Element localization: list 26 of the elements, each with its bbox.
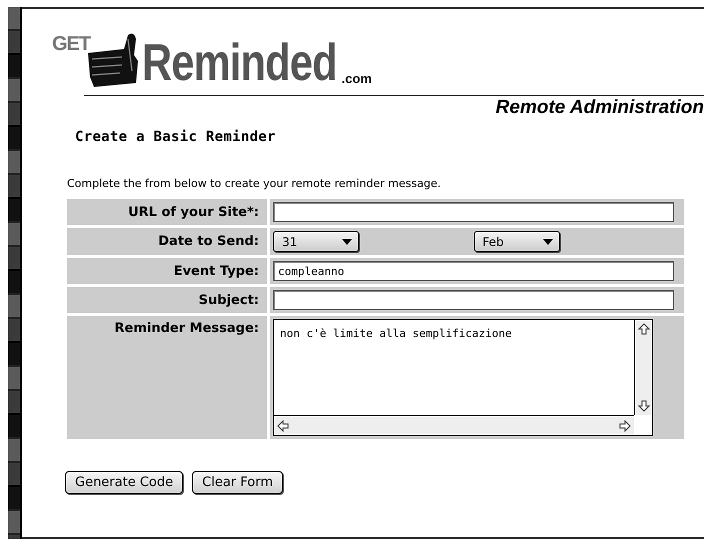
form-button[interactable]: Clear Form <box>192 471 284 494</box>
scroll-arrow-icon[interactable] <box>277 420 289 432</box>
dropdown[interactable]: Feb <box>474 231 560 252</box>
section-title: Remote Administration <box>496 97 704 119</box>
scroll-arrow-icon[interactable] <box>638 400 650 412</box>
field-label: Date to Send: <box>67 228 267 255</box>
instructions-text: Complete the from below to create your remote reminder message. <box>67 177 442 190</box>
horizontal-scrollbar[interactable] <box>274 415 634 435</box>
text-field[interactable] <box>273 202 674 222</box>
text-field[interactable]: compleanno <box>273 261 674 281</box>
field-label: URL of your Site*: <box>67 199 267 225</box>
page-title: Create a Basic Reminder <box>75 129 277 145</box>
dropdown[interactable]: 31 <box>273 231 359 252</box>
vertical-scrollbar[interactable] <box>634 320 652 415</box>
logo-name: Reminded <box>142 37 337 89</box>
caret-icon <box>542 238 552 244</box>
logo-suffix: .com <box>342 71 372 86</box>
text-field[interactable] <box>273 290 674 310</box>
scroll-arrow-icon[interactable] <box>638 323 650 335</box>
scroll-arrow-icon[interactable] <box>619 420 631 432</box>
caret-icon <box>342 238 352 244</box>
logo-prefix: GET <box>52 33 90 56</box>
field-label: Subject: <box>67 287 267 313</box>
field-label: Reminder Message: <box>67 316 267 439</box>
field-label: Event Type: <box>67 258 267 284</box>
form-button[interactable]: Generate Code <box>65 471 184 494</box>
